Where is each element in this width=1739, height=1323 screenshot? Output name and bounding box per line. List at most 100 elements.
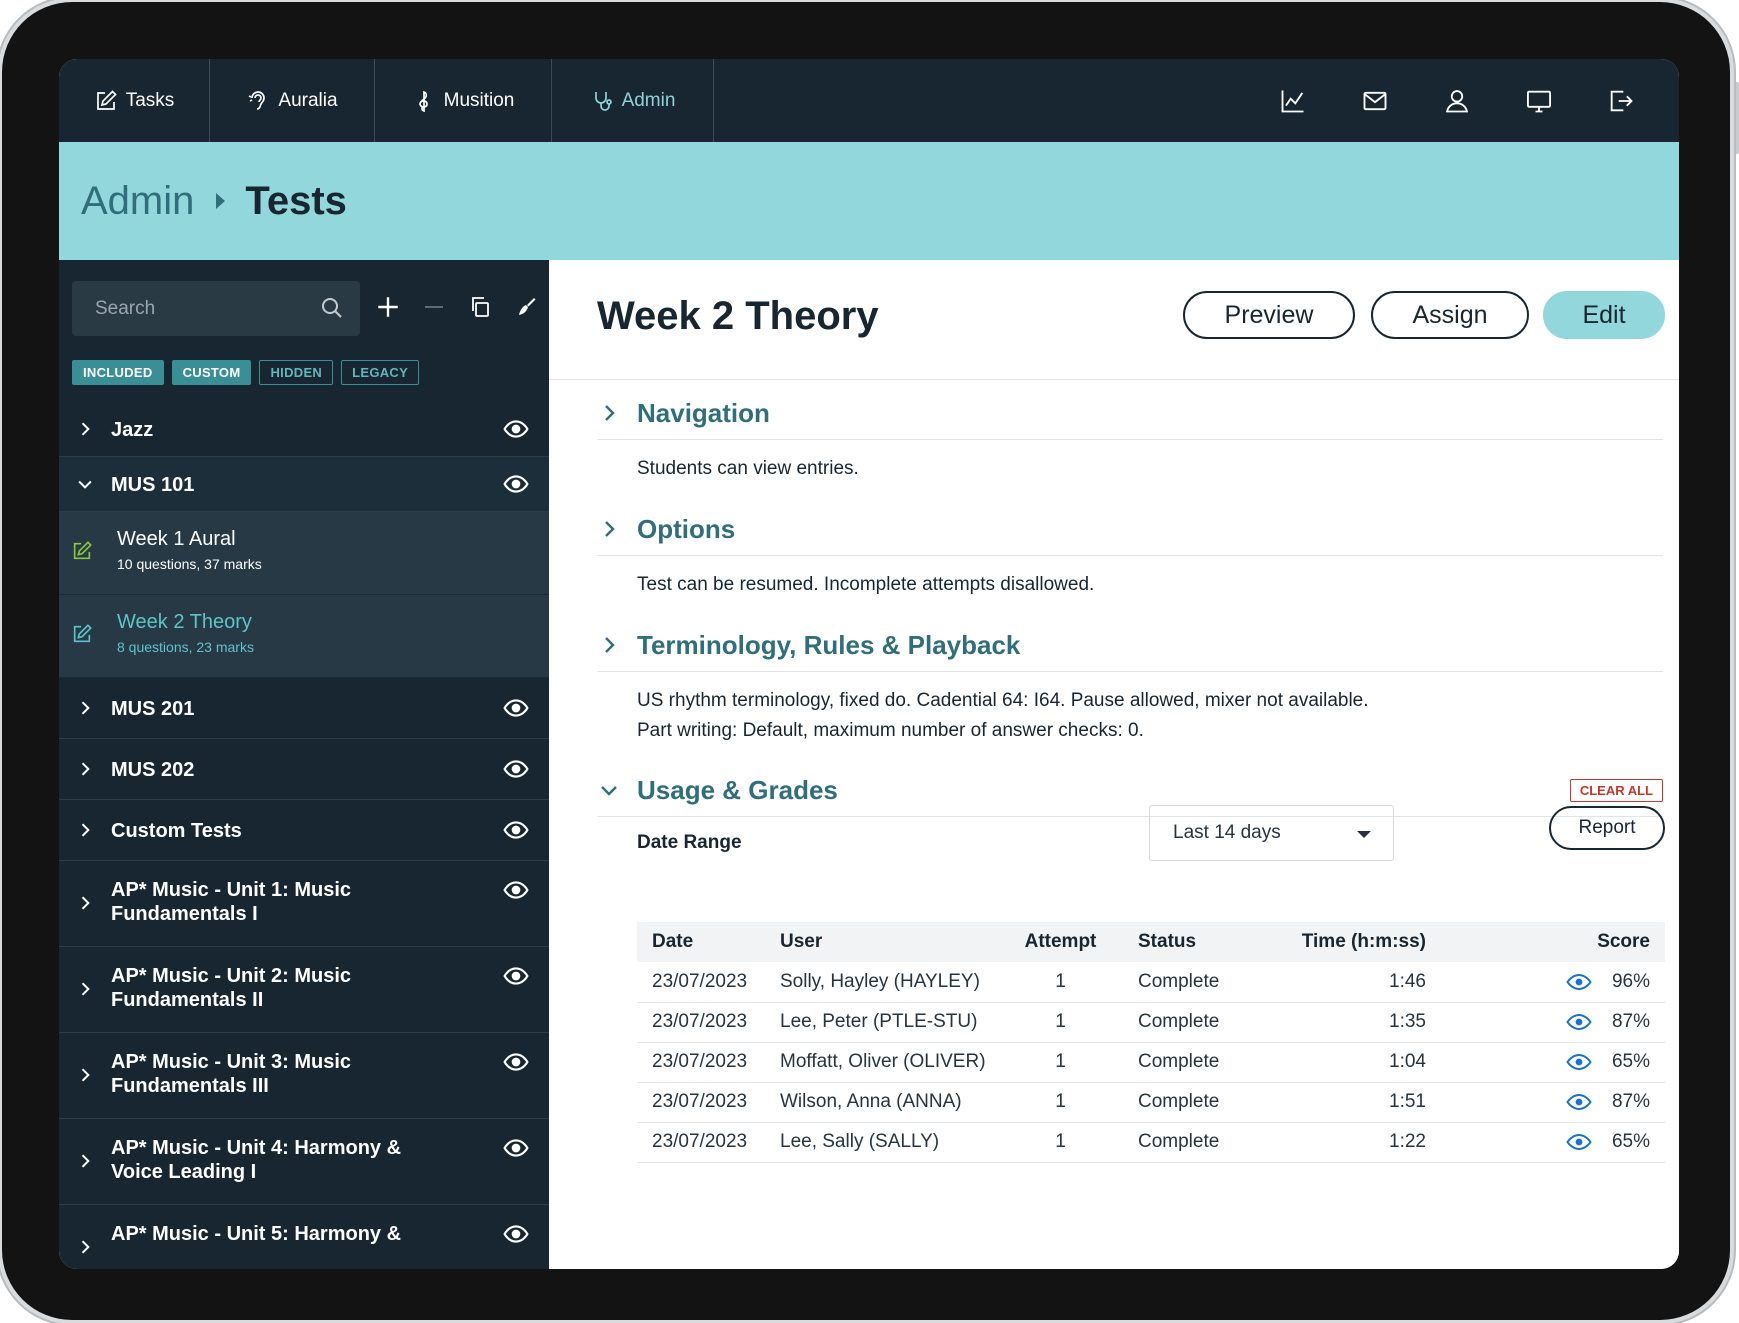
view-attempt-eye-icon[interactable]	[1566, 1133, 1592, 1151]
mail-icon[interactable]	[1357, 83, 1393, 119]
column-header[interactable]: Date	[637, 922, 780, 962]
tab-musition[interactable]: Musition	[375, 59, 552, 142]
cell-score: 65%	[1430, 1122, 1665, 1163]
search-icon[interactable]	[320, 296, 344, 320]
filter-hidden[interactable]: HIDDEN	[259, 360, 334, 385]
eye-icon[interactable]	[503, 695, 529, 721]
folder-mus-201[interactable]: MUS 201	[59, 678, 549, 739]
folder-label: AP* Music - Unit 3: Music Fundamentals I…	[111, 1051, 352, 1097]
test-title: Week 1 Aural	[117, 528, 236, 550]
column-header[interactable]: Attempt	[996, 922, 1125, 962]
edit-icon	[73, 624, 92, 643]
section-terminology: Terminology, Rules & Playback US rhythm …	[597, 615, 1663, 746]
chevron-right-icon	[81, 1154, 90, 1168]
eye-icon[interactable]	[503, 471, 529, 497]
chevron-right-icon	[81, 896, 90, 910]
top-navigation: Tasks Auralia Musition Admin	[59, 59, 1679, 142]
folder-ap-unit-2[interactable]: AP* Music - Unit 2: Music Fundamentals I…	[59, 947, 549, 1033]
search-input[interactable]: Search	[72, 281, 360, 336]
date-range-select[interactable]: Last 14 days	[1149, 805, 1394, 861]
folder-label: MUS 101	[111, 474, 195, 496]
clear-all-button[interactable]: CLEAR ALL	[1569, 779, 1663, 802]
column-header[interactable]: Score	[1430, 922, 1665, 962]
folder-jazz[interactable]: Jazz	[59, 402, 549, 457]
eye-icon[interactable]	[503, 1049, 529, 1075]
folder-ap-unit-4[interactable]: AP* Music - Unit 4: Harmony & Voice Lead…	[59, 1119, 549, 1205]
eye-icon[interactable]	[503, 1135, 529, 1161]
chevron-right-icon	[605, 637, 615, 653]
view-attempt-eye-icon[interactable]	[1566, 1053, 1592, 1071]
clean-button[interactable]	[512, 293, 540, 321]
grades-table: Date User Attempt Status Time (h:m:ss) S…	[637, 922, 1665, 1163]
section-usage-header[interactable]: Usage & Grades CLEAR ALL	[597, 760, 1663, 817]
monitor-icon[interactable]	[1521, 83, 1557, 119]
chevron-right-icon	[81, 701, 90, 715]
eye-icon[interactable]	[503, 877, 529, 903]
tab-admin[interactable]: Admin	[552, 59, 714, 142]
eye-icon[interactable]	[503, 756, 529, 782]
eye-icon[interactable]	[503, 1221, 529, 1247]
column-header[interactable]: User	[780, 922, 996, 962]
logout-icon[interactable]	[1603, 83, 1639, 119]
search-placeholder: Search	[95, 297, 156, 319]
eye-icon[interactable]	[503, 416, 529, 442]
section-navigation-header[interactable]: Navigation	[597, 383, 1663, 440]
edit-button[interactable]: Edit	[1543, 291, 1665, 339]
cell-date: 23/07/2023	[637, 1042, 780, 1083]
user-icon[interactable]	[1439, 83, 1475, 119]
remove-test-button[interactable]	[420, 293, 448, 321]
section-options: Options Test can be resumed. Incomplete …	[597, 499, 1663, 600]
test-detail-panel: Week 2 Theory Preview Assign Edit Naviga…	[549, 260, 1679, 1269]
page-title: Tests	[245, 178, 347, 223]
section-title: Options	[637, 514, 736, 544]
add-test-button[interactable]	[374, 293, 402, 321]
test-title: Week 2 Theory	[117, 611, 252, 633]
cell-attempt: 1	[996, 1122, 1125, 1163]
folder-ap-unit-1[interactable]: AP* Music - Unit 1: Music Fundamentals I	[59, 861, 549, 947]
column-header[interactable]: Time (h:m:ss)	[1265, 922, 1430, 962]
folder-ap-unit-5[interactable]: AP* Music - Unit 5: Harmony &	[59, 1205, 549, 1269]
preview-button[interactable]: Preview	[1183, 291, 1355, 339]
folder-mus-101[interactable]: MUS 101	[59, 457, 549, 512]
test-item-week-2-theory[interactable]: Week 2 Theory 8 questions, 23 marks	[59, 595, 549, 678]
breadcrumb-admin-link[interactable]: Admin	[81, 179, 194, 224]
assign-button[interactable]: Assign	[1371, 291, 1529, 339]
cell-status: Complete	[1125, 1002, 1265, 1043]
tab-label: Auralia	[278, 89, 338, 111]
tab-auralia[interactable]: Auralia	[210, 59, 375, 142]
cell-user: Lee, Sally (SALLY)	[780, 1122, 996, 1163]
view-attempt-eye-icon[interactable]	[1566, 973, 1592, 991]
cell-user: Wilson, Anna (ANNA)	[780, 1082, 996, 1123]
section-body: Students can view entries.	[637, 458, 859, 479]
copy-test-button[interactable]	[466, 293, 494, 321]
chevron-right-icon	[81, 1240, 90, 1254]
view-attempt-eye-icon[interactable]	[1566, 1093, 1592, 1111]
section-body: US rhythm terminology, fixed do. Cadenti…	[597, 672, 1663, 746]
folder-label: AP* Music - Unit 1: Music Fundamentals I	[111, 879, 352, 925]
chart-icon[interactable]	[1275, 83, 1311, 119]
folder-custom-tests[interactable]: Custom Tests	[59, 800, 549, 861]
test-item-week-1-aural[interactable]: Week 1 Aural 10 questions, 37 marks	[59, 512, 549, 595]
chevron-right-icon	[81, 823, 90, 837]
report-button[interactable]: Report	[1549, 806, 1665, 850]
edit-icon	[73, 541, 92, 560]
eye-icon[interactable]	[503, 817, 529, 843]
chevron-right-icon	[605, 521, 615, 537]
folder-mus-202[interactable]: MUS 202	[59, 739, 549, 800]
folder-ap-unit-3[interactable]: AP* Music - Unit 3: Music Fundamentals I…	[59, 1033, 549, 1119]
chevron-right-icon	[81, 982, 90, 996]
table-row: 23/07/2023 Wilson, Anna (ANNA) 1 Complete 1:…	[637, 1082, 1665, 1123]
section-terminology-header[interactable]: Terminology, Rules & Playback	[597, 615, 1663, 672]
cell-status: Complete	[1125, 1082, 1265, 1123]
date-range-value: Last 14 days	[1173, 822, 1281, 843]
eye-icon[interactable]	[503, 963, 529, 989]
section-options-header[interactable]: Options	[597, 499, 1663, 556]
section-title: Usage & Grades	[637, 775, 838, 805]
cell-attempt: 1	[996, 1082, 1125, 1123]
view-attempt-eye-icon[interactable]	[1566, 1013, 1592, 1031]
filter-legacy[interactable]: LEGACY	[341, 360, 420, 385]
column-header[interactable]: Status	[1125, 922, 1265, 962]
filter-included[interactable]: INCLUDED	[72, 360, 164, 385]
filter-custom[interactable]: CUSTOM	[171, 360, 252, 385]
tab-tasks[interactable]: Tasks	[59, 59, 210, 142]
